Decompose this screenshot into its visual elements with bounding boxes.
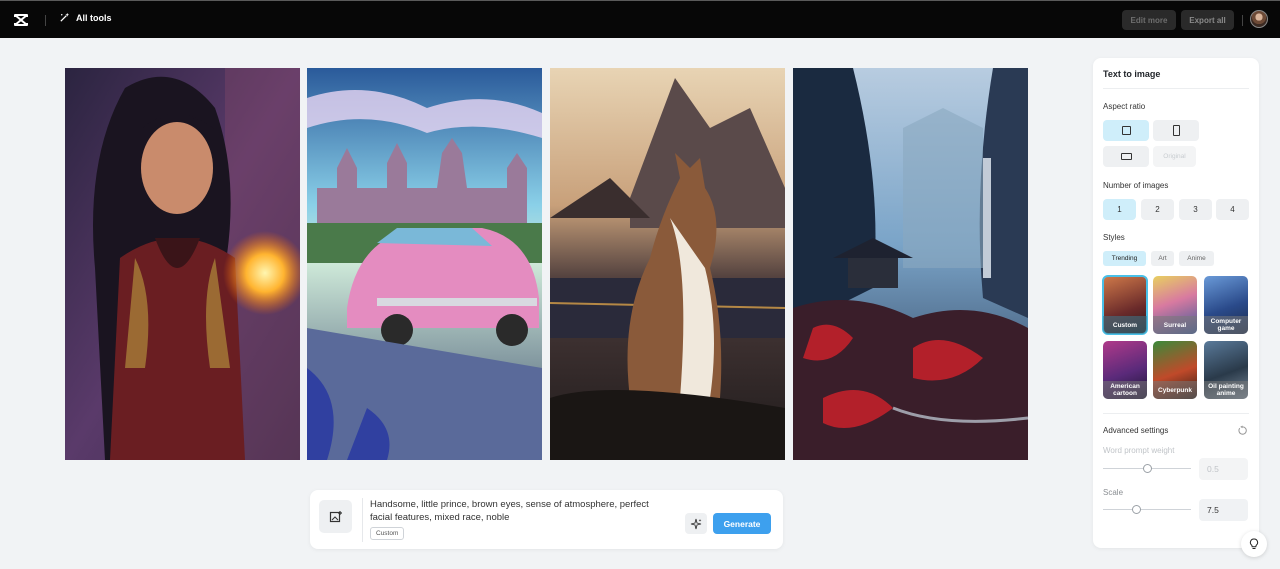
enhance-prompt-button[interactable] <box>685 513 707 534</box>
divider <box>1242 15 1243 26</box>
square-ratio-icon <box>1121 126 1131 135</box>
generated-image-cat-mountains[interactable] <box>550 68 785 460</box>
aspect-square-button[interactable] <box>1103 120 1149 141</box>
style-card-label: Oil painting anime <box>1204 381 1248 399</box>
help-button[interactable] <box>1241 531 1267 557</box>
panel-title: Text to image <box>1103 69 1161 79</box>
style-card-oil-painting-anime[interactable]: Oil painting anime <box>1204 341 1248 399</box>
tab-trending[interactable]: Trending <box>1103 251 1146 266</box>
word-prompt-weight-input[interactable]: 0.5 <box>1199 458 1248 480</box>
capcut-logo-icon[interactable] <box>12 11 30 29</box>
style-card-label: Computer game <box>1204 316 1248 334</box>
styles-label: Styles <box>1103 233 1125 242</box>
generated-image-pink-car-castle[interactable] <box>307 68 542 460</box>
slider-track <box>1103 509 1191 510</box>
aspect-ratio-label: Aspect ratio <box>1103 102 1146 111</box>
style-card-surreal[interactable]: Surreal <box>1153 276 1197 334</box>
scale-input[interactable]: 7.5 <box>1199 499 1248 521</box>
image-add-icon <box>329 510 342 522</box>
style-card-label: Custom <box>1103 316 1147 334</box>
magic-wand-icon <box>60 12 70 22</box>
num-images-1[interactable]: 1 <box>1103 199 1136 220</box>
aspect-landscape-button[interactable] <box>1103 146 1149 167</box>
slider-thumb[interactable] <box>1143 464 1152 473</box>
all-tools-button[interactable]: All tools <box>59 12 112 23</box>
sparkle-icon <box>690 518 702 529</box>
lightbulb-icon <box>1249 538 1259 549</box>
style-card-computer-game[interactable]: Computer game <box>1204 276 1248 334</box>
edit-more-button[interactable]: Edit more <box>1122 10 1176 30</box>
export-all-button[interactable]: Export all <box>1181 10 1234 30</box>
generate-button[interactable]: Generate <box>713 513 771 534</box>
style-tag[interactable]: Custom <box>370 527 405 540</box>
divider <box>1103 413 1249 414</box>
style-card-label: Surreal <box>1153 316 1197 334</box>
all-tools-label: All tools <box>76 12 112 23</box>
slider-thumb[interactable] <box>1132 505 1142 514</box>
prompt-bar: Handsome, little prince, brown eyes, sen… <box>310 490 783 549</box>
num-images-4[interactable]: 4 <box>1216 199 1249 220</box>
number-of-images-label: Number of images <box>1103 181 1169 190</box>
num-images-2[interactable]: 2 <box>1141 199 1174 220</box>
divider <box>45 15 46 26</box>
prompt-input[interactable]: Handsome, little prince, brown eyes, sen… <box>370 498 670 524</box>
tab-art[interactable]: Art <box>1151 251 1174 266</box>
style-card-label: American cartoon <box>1103 381 1147 399</box>
user-avatar[interactable] <box>1250 10 1268 28</box>
divider <box>362 498 363 542</box>
divider <box>1103 88 1249 89</box>
advanced-settings-label: Advanced settings <box>1103 426 1169 435</box>
word-prompt-weight-slider[interactable] <box>1103 463 1191 475</box>
settings-panel: Text to image Aspect ratio Original Numb… <box>1093 58 1259 548</box>
scale-label: Scale <box>1103 488 1124 497</box>
tab-anime[interactable]: Anime <box>1179 251 1214 266</box>
style-card-label: Cyberpunk <box>1153 381 1197 399</box>
portrait-ratio-icon <box>1172 125 1180 136</box>
aspect-portrait-button[interactable] <box>1153 120 1199 141</box>
style-card-cyberpunk[interactable]: Cyberpunk <box>1153 341 1197 399</box>
upload-reference-button[interactable] <box>319 500 352 533</box>
num-images-3[interactable]: 3 <box>1179 199 1212 220</box>
aspect-original-button[interactable]: Original <box>1153 146 1196 167</box>
style-card-custom[interactable]: Custom <box>1102 275 1148 335</box>
landscape-ratio-icon <box>1120 153 1132 160</box>
style-card-american-cartoon[interactable]: American cartoon <box>1103 341 1147 399</box>
generated-image-valley-pagoda[interactable] <box>793 68 1028 460</box>
scale-slider[interactable] <box>1103 504 1191 516</box>
generated-image-warrior-woman[interactable] <box>65 68 300 460</box>
word-prompt-weight-label: Word prompt weight <box>1103 446 1175 455</box>
top-bar: All tools Edit more Export all <box>0 0 1280 38</box>
reset-icon[interactable] <box>1237 425 1248 436</box>
